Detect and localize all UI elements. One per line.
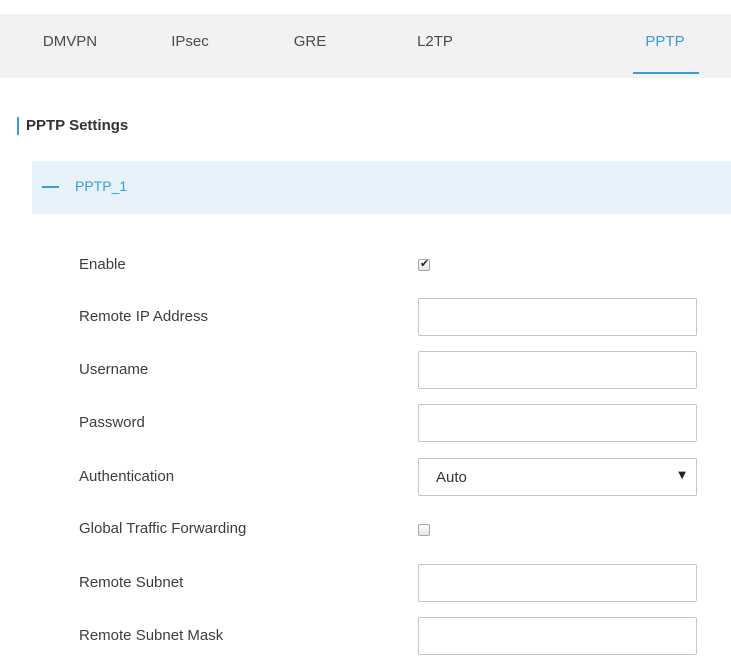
- username-input[interactable]: [418, 351, 697, 389]
- panel-header-pptp-1[interactable]: PPTP_1: [32, 161, 731, 214]
- tab-l2tp[interactable]: L2TP: [375, 14, 495, 78]
- remote-ip-label: Remote IP Address: [79, 308, 208, 325]
- remote-subnet-mask-input[interactable]: [418, 617, 697, 655]
- minus-icon[interactable]: [42, 186, 59, 188]
- password-label: Password: [79, 414, 145, 431]
- caret-down-icon: ▼: [678, 470, 686, 481]
- form-row-authentication: Authentication Auto ▼: [0, 458, 731, 498]
- panel-title: PPTP_1: [75, 178, 128, 194]
- remote-subnet-mask-label: Remote Subnet Mask: [79, 627, 224, 644]
- remote-subnet-label: Remote Subnet: [79, 574, 184, 591]
- username-label: Username: [79, 361, 149, 378]
- section-title: PPTP Settings: [26, 117, 129, 134]
- form-row-global-traffic: Global Traffic Forwarding: [0, 518, 731, 558]
- tab-dmvpn[interactable]: DMVPN: [10, 14, 130, 78]
- tab-pptp[interactable]: PPTP: [605, 14, 725, 78]
- form-row-username: Username: [0, 351, 731, 391]
- authentication-value: Auto: [436, 469, 467, 486]
- section-accent-bar: [17, 117, 19, 135]
- global-traffic-label: Global Traffic Forwarding: [79, 520, 247, 537]
- authentication-select[interactable]: Auto ▼: [418, 458, 697, 496]
- checkmark-icon: ✔: [420, 257, 430, 270]
- form-row-remote-subnet-mask: Remote Subnet Mask: [0, 617, 731, 657]
- form-row-enable: Enable ✔: [0, 245, 731, 285]
- password-input[interactable]: [418, 404, 697, 442]
- authentication-label: Authentication: [79, 468, 175, 485]
- form-row-password: Password: [0, 404, 731, 444]
- enable-label: Enable: [79, 256, 126, 273]
- global-traffic-checkbox[interactable]: [418, 524, 430, 536]
- remote-subnet-input[interactable]: [418, 564, 697, 602]
- remote-ip-input[interactable]: [418, 298, 697, 336]
- enable-checkbox[interactable]: ✔: [418, 257, 430, 271]
- form-row-remote-ip: Remote IP Address: [0, 298, 731, 338]
- form-row-remote-subnet: Remote Subnet: [0, 564, 731, 604]
- tab-ipsec[interactable]: IPsec: [130, 14, 250, 78]
- tab-gre[interactable]: GRE: [250, 14, 370, 78]
- top-strip: [0, 0, 731, 14]
- active-tab-indicator: [633, 72, 699, 74]
- tab-bar: DMVPN IPsec GRE L2TP PPTP: [0, 14, 731, 78]
